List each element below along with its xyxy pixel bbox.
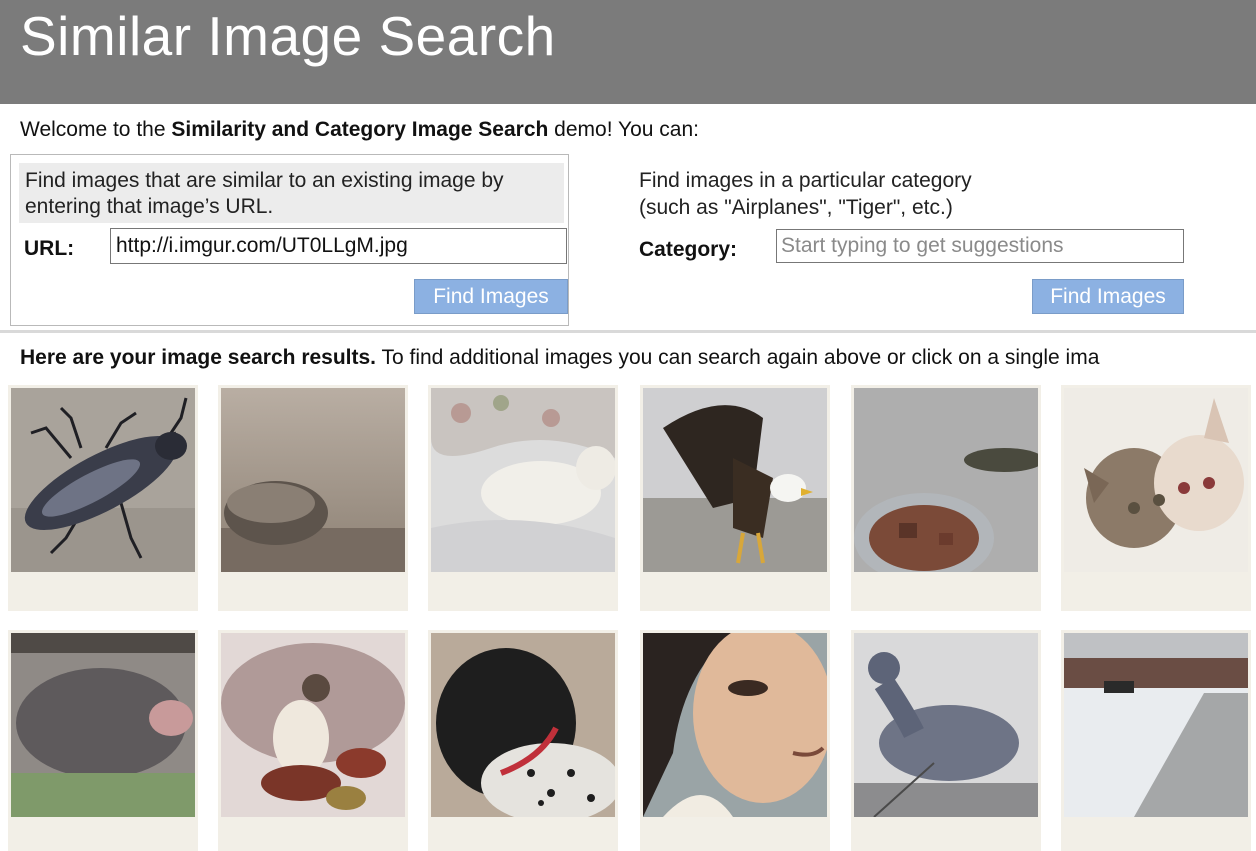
category-find-images-button[interactable]: Find Images <box>1032 279 1184 314</box>
result-card-pig[interactable] <box>8 630 198 851</box>
url-search-description: Find images that are similar to an exist… <box>19 163 564 223</box>
url-label: URL: <box>24 237 75 260</box>
category-search-description: Find images in a particular category (su… <box>639 167 972 221</box>
result-card-pigeon[interactable] <box>851 630 1041 851</box>
result-image-snowy-street[interactable] <box>1064 633 1248 817</box>
result-card-lizard[interactable] <box>851 385 1041 611</box>
page-title: Similar Image Search <box>20 5 556 67</box>
welcome-prefix: Welcome to the <box>20 118 172 141</box>
results-message: Here are your image search results. To f… <box>20 346 1099 370</box>
category-description-line2: (such as "Airplanes", "Tiger", etc.) <box>639 196 953 219</box>
result-card-siamese-cat[interactable] <box>218 630 408 851</box>
url-search-panel: Find images that are similar to an exist… <box>10 154 569 326</box>
welcome-text: Welcome to the Similarity and Category I… <box>20 118 699 142</box>
category-input[interactable] <box>776 229 1184 263</box>
result-image-portrait[interactable] <box>643 633 827 817</box>
result-card-white-cat[interactable] <box>428 385 618 611</box>
result-card-eagle[interactable] <box>640 385 830 611</box>
result-card-snowy-street[interactable] <box>1061 630 1251 851</box>
welcome-bold: Similarity and Category Image Search <box>171 118 549 141</box>
result-image-pig[interactable] <box>11 633 195 817</box>
result-image-siamese-cat[interactable] <box>221 633 405 817</box>
results-grid <box>0 385 1256 851</box>
results-message-text: To find additional images you can search… <box>376 346 1100 369</box>
url-find-images-button[interactable]: Find Images <box>414 279 568 314</box>
result-card-portrait[interactable] <box>640 630 830 851</box>
result-image-eagle[interactable] <box>643 388 827 572</box>
section-divider <box>0 330 1256 333</box>
results-message-bold: Here are your image search results. <box>20 346 377 369</box>
page-header: Similar Image Search <box>0 0 1256 104</box>
result-card-dog[interactable] <box>428 630 618 851</box>
url-input[interactable] <box>110 228 567 264</box>
result-card-pebble[interactable] <box>218 385 408 611</box>
result-card-beetle[interactable] <box>8 385 198 611</box>
welcome-suffix: demo! You can: <box>548 118 699 141</box>
result-image-white-cat[interactable] <box>431 388 615 572</box>
category-description-line1: Find images in a particular category <box>639 169 972 192</box>
result-image-lizard[interactable] <box>854 388 1038 572</box>
category-search-panel: Find images in a particular category (su… <box>630 154 1190 326</box>
result-image-pigeon[interactable] <box>854 633 1038 817</box>
result-image-dog[interactable] <box>431 633 615 817</box>
result-image-pebble[interactable] <box>221 388 405 572</box>
result-card-kittens[interactable] <box>1061 385 1251 611</box>
result-image-kittens[interactable] <box>1064 388 1248 572</box>
category-label: Category: <box>639 238 738 261</box>
result-image-beetle[interactable] <box>11 388 195 572</box>
